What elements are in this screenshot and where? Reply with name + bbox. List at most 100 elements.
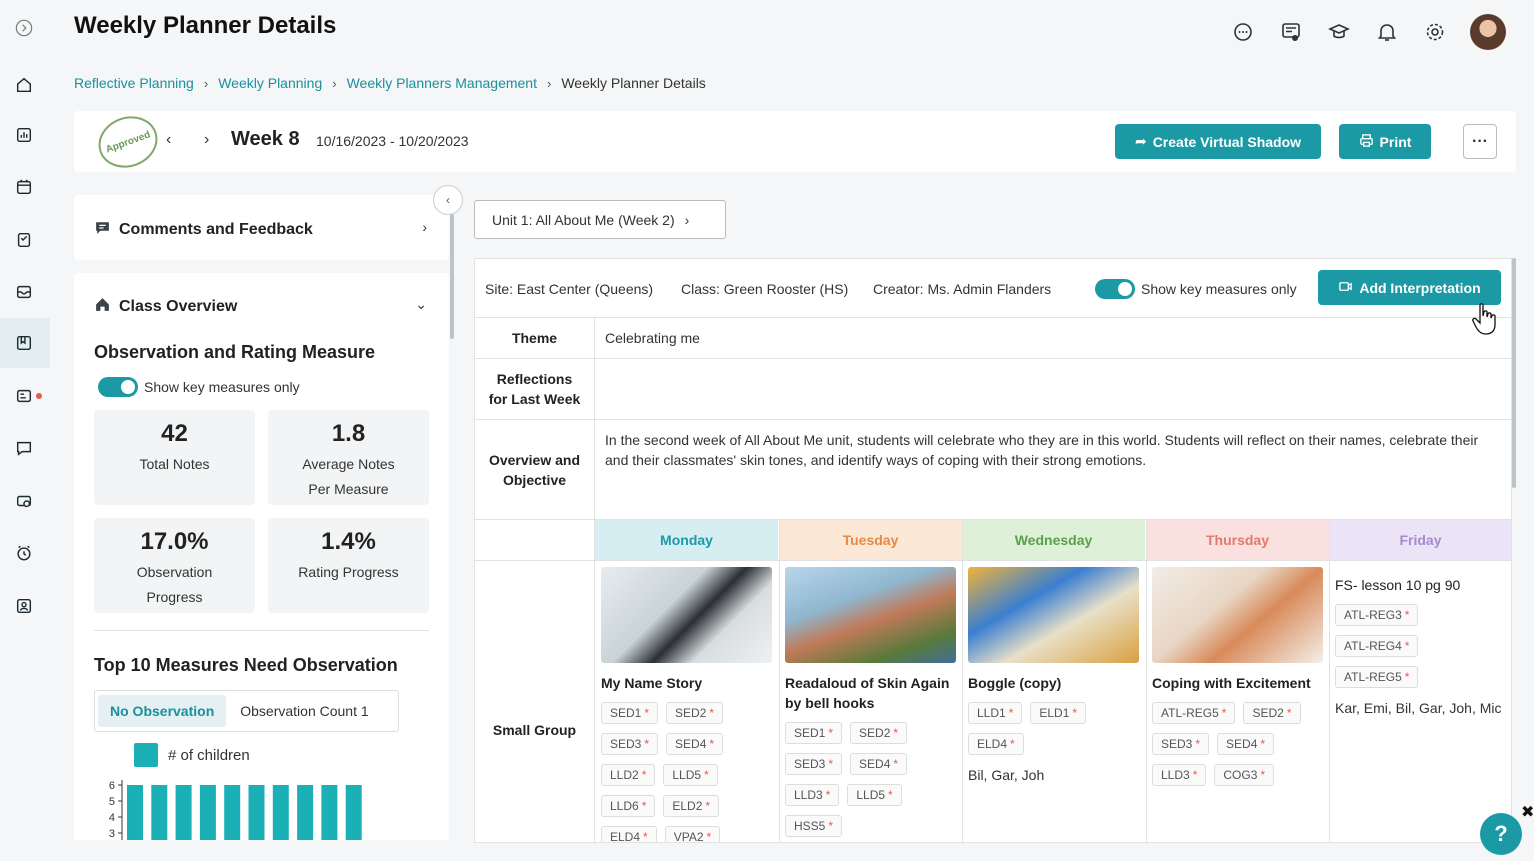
breadcrumb-planners-management[interactable]: Weekly Planners Management xyxy=(347,75,537,91)
tab-observation-count[interactable]: Observation Count 1 xyxy=(232,695,376,727)
measure-tag[interactable]: SED2 * xyxy=(666,702,724,724)
activity-title: FS- lesson 10 pg 90 xyxy=(1335,577,1461,593)
chart-bar[interactable] xyxy=(199,785,216,840)
message-icon[interactable] xyxy=(12,436,36,460)
prev-week-button[interactable]: ‹ xyxy=(166,131,171,149)
activity-title[interactable]: Boggle (copy) xyxy=(968,673,1139,693)
measure-tag[interactable]: SED4 * xyxy=(1217,733,1275,755)
activity-card[interactable]: Boggle (copy) LLD1 * ELD1 * ELD4 * Bil, Gar, Jo… xyxy=(968,567,1139,785)
create-virtual-shadow-button[interactable]: ➦ Create Virtual Shadow xyxy=(1115,124,1321,159)
expand-icon[interactable] xyxy=(12,16,36,40)
report-icon[interactable] xyxy=(12,384,36,408)
media-icon[interactable] xyxy=(12,489,36,513)
measure-tag[interactable]: SED4 * xyxy=(666,733,724,755)
chart-bar[interactable] xyxy=(297,785,314,840)
close-icon[interactable]: ✖ xyxy=(1521,802,1534,822)
chevron-right-icon[interactable]: › xyxy=(422,219,427,235)
measure-tag[interactable]: LLD3 * xyxy=(785,784,840,806)
measure-tag[interactable]: LLD3 * xyxy=(1152,764,1207,786)
clipboard-icon[interactable] xyxy=(12,228,36,252)
stat-card: 17.0% Observation Progress xyxy=(94,518,255,613)
measure-tag[interactable]: SED1 * xyxy=(601,702,659,724)
measure-tag[interactable]: ATL-REG4 * xyxy=(1335,635,1419,657)
key-measures-toggle[interactable] xyxy=(1095,279,1135,299)
activity-image[interactable] xyxy=(601,567,772,663)
measure-tag[interactable]: HSS5 * xyxy=(785,815,843,837)
measure-tag[interactable]: ELD4 * xyxy=(968,733,1024,755)
measure-tag[interactable]: ELD2 * xyxy=(663,795,720,817)
chart-bar[interactable] xyxy=(127,785,143,840)
measure-tag[interactable]: SED2 * xyxy=(1243,702,1301,724)
y-tick-label: 5 xyxy=(109,796,115,808)
measure-tag[interactable]: SED4 * xyxy=(850,753,908,775)
chart-bar[interactable] xyxy=(321,785,338,840)
activity-card[interactable]: FS- lesson 10 pg 90 ATL-REG3 * ATL-REG4 * ATL… xyxy=(1335,567,1506,718)
unit-selector[interactable]: Unit 1: All About Me (Week 2) › xyxy=(474,200,726,239)
small-group-header: Small Group xyxy=(492,722,577,738)
activity-title[interactable]: My Name Story xyxy=(601,673,772,693)
chart-bar[interactable] xyxy=(248,785,265,840)
bell-icon[interactable] xyxy=(1374,19,1400,45)
measure-tag[interactable]: ATL-REG5 * xyxy=(1335,666,1419,688)
breadcrumb-weekly-planning[interactable]: Weekly Planning xyxy=(218,75,322,91)
activity-card[interactable]: My Name Story SED1 * SED2 * SED3 * SED4 * LLD2 * LL… xyxy=(601,567,772,842)
key-measure-star-icon: * xyxy=(1008,706,1014,720)
avatar[interactable] xyxy=(1470,14,1506,50)
measure-tag[interactable]: LLD6 * xyxy=(601,795,656,817)
planner-icon[interactable] xyxy=(12,331,36,355)
measure-tag[interactable]: ATL-REG3 * xyxy=(1335,604,1419,626)
measure-tag[interactable]: SED2 * xyxy=(850,722,908,744)
calendar-icon[interactable] xyxy=(12,175,36,199)
key-measures-toggle[interactable] xyxy=(98,377,138,397)
next-week-button[interactable]: › xyxy=(204,131,209,149)
class-overview-title[interactable]: Class Overview xyxy=(94,296,237,318)
class-overview-card: Class Overview ⌄ Observation and Rating … xyxy=(74,273,449,840)
activity-card[interactable]: Coping with Excitement ATL-REG5 * SED2 * SED3… xyxy=(1152,567,1323,786)
home-icon[interactable] xyxy=(12,73,36,97)
tab-no-observation[interactable]: No Observation xyxy=(98,695,227,727)
key-measure-star-icon: * xyxy=(893,726,899,740)
gear-icon[interactable] xyxy=(1422,19,1448,45)
chart-icon[interactable] xyxy=(12,123,36,147)
chat-icon[interactable] xyxy=(1230,19,1256,45)
graduation-cap-icon[interactable] xyxy=(1326,19,1352,45)
print-button[interactable]: Print xyxy=(1339,124,1431,159)
help-button[interactable]: ? xyxy=(1480,813,1522,855)
measure-tag[interactable]: VPA2 * xyxy=(664,826,721,842)
measure-tag[interactable]: LLD5 * xyxy=(663,764,718,786)
more-options-button[interactable]: ··· xyxy=(1463,124,1497,159)
measure-tag[interactable]: LLD5 * xyxy=(847,784,902,806)
activity-card[interactable]: Readaloud of Skin Again by bell hooks SED… xyxy=(785,567,956,837)
measure-tag[interactable]: ATL-REG5 * xyxy=(1152,702,1236,724)
chart-bar[interactable] xyxy=(175,785,192,840)
chart-bar[interactable] xyxy=(151,785,168,840)
activity-title[interactable]: Readaloud of Skin Again by bell hooks xyxy=(785,673,956,713)
collapse-panel-button[interactable]: ‹ xyxy=(433,185,463,215)
activity-image[interactable] xyxy=(968,567,1139,663)
activity-title[interactable]: Coping with Excitement xyxy=(1152,673,1323,693)
activity-image[interactable] xyxy=(785,567,956,663)
breadcrumb-reflective-planning[interactable]: Reflective Planning xyxy=(74,75,194,91)
comments-card[interactable]: Comments and Feedback › xyxy=(74,195,449,260)
feedback-icon[interactable] xyxy=(1278,19,1304,45)
measure-tag[interactable]: ELD1 * xyxy=(1030,702,1087,724)
add-interpretation-button[interactable]: Add Interpretation xyxy=(1318,270,1501,305)
measure-tag[interactable]: SED1 * xyxy=(785,722,843,744)
inbox-icon[interactable] xyxy=(12,280,36,304)
chart-bar[interactable] xyxy=(272,785,289,840)
chart-bar[interactable] xyxy=(224,785,241,840)
chart-bar[interactable] xyxy=(345,785,362,840)
left-scrollbar[interactable] xyxy=(450,214,454,339)
measure-tag[interactable]: COG3 * xyxy=(1214,764,1275,786)
measure-tag[interactable]: SED3 * xyxy=(1152,733,1210,755)
measure-tag[interactable]: SED3 * xyxy=(785,753,843,775)
measure-tag[interactable]: SED3 * xyxy=(601,733,659,755)
measure-tag[interactable]: ELD4 * xyxy=(601,826,657,842)
activity-image[interactable] xyxy=(1152,567,1323,663)
measure-tag[interactable]: LLD2 * xyxy=(601,764,656,786)
clock-icon[interactable] xyxy=(12,541,36,565)
measure-tag[interactable]: LLD1 * xyxy=(968,702,1023,724)
right-scrollbar[interactable] xyxy=(1512,258,1516,488)
profile-icon[interactable] xyxy=(12,594,36,618)
chevron-down-icon[interactable]: ⌄ xyxy=(415,296,427,313)
